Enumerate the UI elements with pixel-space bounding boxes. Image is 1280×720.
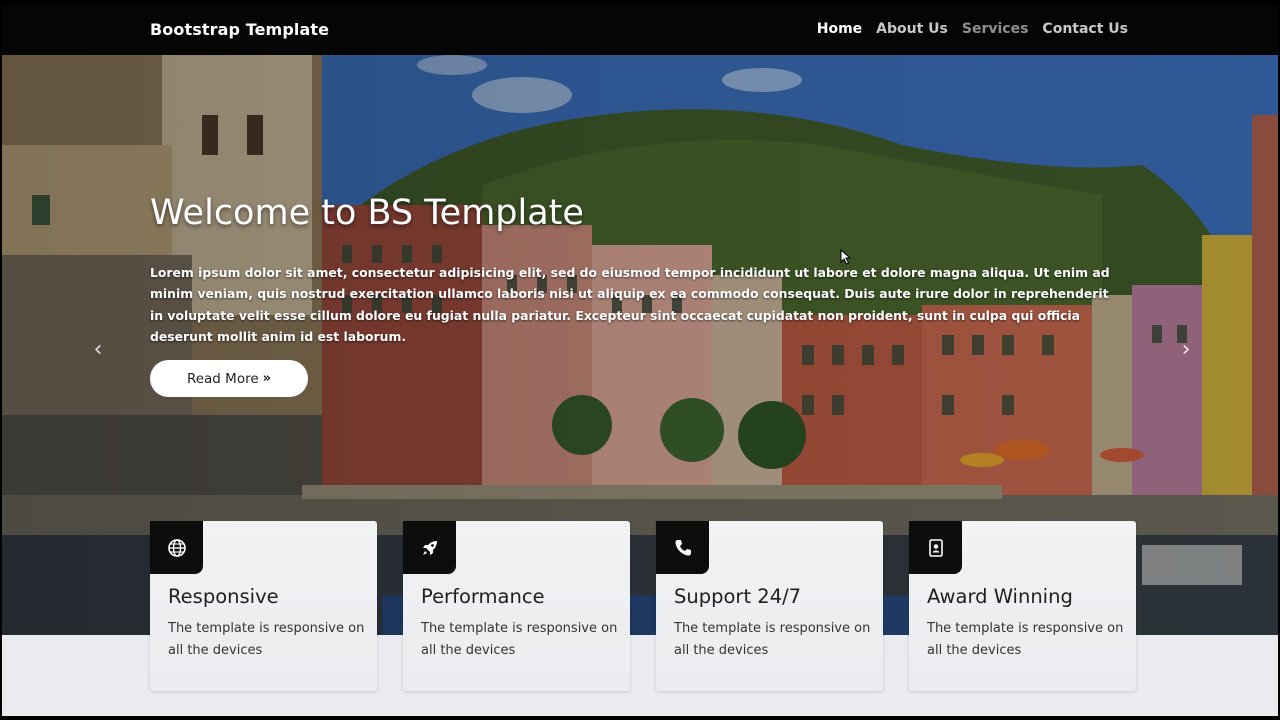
nav-link-contact-us[interactable]: Contact Us	[1042, 21, 1128, 37]
nav-link-about-us[interactable]: About Us	[876, 21, 948, 37]
read-more-button[interactable]: Read More »	[150, 360, 308, 397]
globe-icon	[150, 521, 203, 574]
feature-card-support: Support 24/7 The template is responsive …	[656, 521, 883, 691]
nav-link-home[interactable]: Home	[817, 21, 862, 37]
nav-link-services[interactable]: Services	[962, 21, 1029, 37]
nav-links: Home About Us Services Contact Us	[817, 21, 1128, 37]
feature-card-responsive: Responsive The template is responsive on…	[150, 521, 377, 691]
feature-title: Performance	[421, 585, 545, 608]
phone-icon	[656, 521, 709, 574]
id-badge-icon	[909, 521, 962, 574]
hero-title: Welcome to BS Template	[150, 193, 584, 233]
rocket-icon	[403, 521, 456, 574]
feature-title: Support 24/7	[674, 585, 802, 608]
hero-description: Lorem ipsum dolor sit amet, consectetur …	[150, 265, 1110, 344]
mouse-cursor-icon	[840, 249, 852, 265]
carousel-next-button[interactable]: ›	[1176, 336, 1196, 362]
feature-text: The template is responsive on all the de…	[168, 621, 365, 658]
feature-title: Award Winning	[927, 585, 1073, 608]
feature-card-performance: Performance The template is responsive o…	[403, 521, 630, 691]
feature-card-award: Award Winning The template is responsive…	[909, 521, 1136, 691]
brand-logo[interactable]: Bootstrap Template	[150, 20, 329, 39]
feature-text: The template is responsive on all the de…	[421, 621, 618, 658]
feature-text: The template is responsive on all the de…	[674, 621, 871, 658]
double-chevron-right-icon: »	[262, 371, 272, 386]
page: Bootstrap Template Home About Us Service…	[2, 5, 1278, 716]
navbar: Bootstrap Template Home About Us Service…	[2, 5, 1278, 55]
chevron-left-icon: ‹	[93, 336, 103, 362]
chevron-right-icon: ›	[1181, 336, 1191, 362]
feature-text: The template is responsive on all the de…	[927, 621, 1124, 658]
feature-title: Responsive	[168, 585, 279, 608]
carousel-prev-button[interactable]: ‹	[88, 336, 108, 362]
read-more-label: Read More	[186, 370, 259, 387]
feature-cards: Responsive The template is responsive on…	[150, 521, 1140, 691]
